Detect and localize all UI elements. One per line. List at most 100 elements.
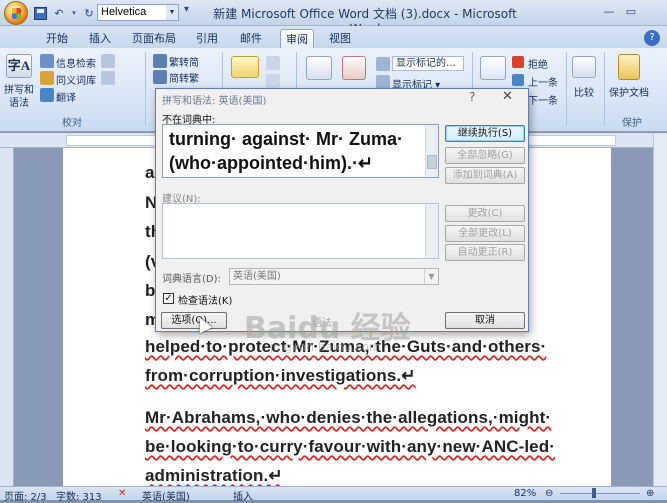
doc-line: Mr·Abrahams,·who·denies·the·allegations,… — [145, 408, 552, 427]
ignore-once-button[interactable]: 继续执行(S) — [445, 125, 525, 142]
translate-icon — [40, 88, 54, 102]
chevron-down-icon[interactable]: ▼ — [166, 5, 178, 20]
close-icon[interactable]: ✕ — [502, 89, 513, 104]
font-name-combo[interactable]: Helvetica ▼ — [97, 4, 179, 21]
previous-change-icon — [512, 74, 524, 86]
protect-group-label: 保护 — [622, 118, 642, 129]
status-bar: 页面: 2/3 字数: 313 ✕ 英语(美国) 插入 82% ⊖ ⊕ — [0, 486, 667, 503]
ignore-all-button[interactable]: 全部忽略(G) — [445, 147, 525, 164]
tab-references[interactable]: 引用 — [194, 29, 220, 48]
check-grammar-checkbox[interactable]: ✓ — [163, 293, 174, 304]
previous-change-button[interactable]: 上一条 — [528, 74, 558, 89]
undo-icon[interactable]: ↶ — [51, 5, 67, 21]
spelling-grammar-label-2[interactable]: 语法 — [9, 94, 29, 109]
cancel-button[interactable]: 取消 — [445, 312, 525, 329]
autocorrect-button[interactable]: 自动更正(R) — [445, 244, 525, 261]
help-icon[interactable]: ? — [644, 30, 660, 46]
office-button[interactable] — [4, 1, 28, 25]
language-status[interactable]: 英语(美国) — [142, 488, 190, 503]
scrollbar-thumb[interactable] — [427, 155, 437, 169]
compare-icon[interactable] — [572, 56, 596, 78]
tab-review[interactable]: 审阅 — [280, 29, 314, 48]
new-comment-icon[interactable] — [231, 56, 259, 78]
spelling-grammar-icon[interactable]: 字A — [6, 54, 32, 78]
not-in-dictionary-textbox[interactable]: turning· against· Mr· Zuma· (who·appoint… — [162, 124, 439, 178]
window-controls: — ▭ — [598, 2, 642, 22]
dictionary-language-select[interactable]: 英语(美国) ▼ — [229, 268, 439, 285]
doc-line: from·corruption·investigations.↵ — [145, 366, 416, 385]
doc-line: a — [145, 163, 155, 182]
zoom-slider-thumb[interactable] — [592, 488, 596, 498]
thesaurus-button[interactable]: 同义词库 — [56, 72, 96, 87]
save-icon[interactable] — [32, 5, 48, 21]
tab-view[interactable]: 视图 — [327, 29, 353, 48]
font-name-value: Helvetica — [101, 6, 147, 18]
accept-icon[interactable] — [480, 56, 506, 80]
undo-dropdown-icon[interactable]: ▾ — [70, 5, 78, 21]
dictionary-language-label: 词典语言(D): — [162, 274, 221, 285]
show-markup-icon — [376, 75, 390, 89]
proofing-group-label: 校对 — [62, 118, 82, 129]
delete-comment-icon[interactable] — [266, 56, 280, 70]
textbox-scrollbar[interactable] — [425, 125, 438, 177]
reject-button[interactable]: 拒绝 — [528, 56, 548, 71]
ribbon-tabs: 开始 插入 页面布局 引用 邮件 审阅 视图 ? — [0, 26, 667, 48]
zoom-out-icon[interactable]: ⊖ — [545, 488, 553, 499]
next-change-button[interactable]: 下一条 — [528, 92, 558, 107]
minimize-icon[interactable]: — — [598, 2, 620, 20]
quick-access-toolbar: ↶ ▾ ↻ — [32, 4, 105, 22]
page-count[interactable]: 页面: 2/3 — [4, 488, 47, 503]
title-bar: ↶ ▾ ↻ Helvetica ▼ ▾ 新建 Microsoft Office … — [0, 0, 667, 36]
change-all-button[interactable]: 全部更改(L) — [445, 225, 525, 242]
language-icon[interactable] — [101, 54, 115, 68]
trad-to-simp-button[interactable]: 繁转简 — [169, 54, 199, 69]
insert-mode[interactable]: 插入 — [233, 488, 253, 503]
tab-page-layout[interactable]: 页面布局 — [129, 29, 179, 48]
thesaurus-icon — [40, 71, 54, 85]
proofing-status-icon[interactable]: ✕ — [118, 488, 126, 499]
simp-to-trad-button[interactable]: 简转繁 — [169, 70, 199, 85]
research-icon — [40, 54, 54, 68]
protect-document-button[interactable]: 保护文档 — [609, 84, 649, 99]
zoom-in-icon[interactable]: ⊕ — [646, 488, 654, 499]
group-separator — [604, 52, 605, 126]
compare-button[interactable]: 比较 — [574, 84, 594, 99]
doc-line: be·looking·to·curry·favour·with·any·new·… — [145, 437, 555, 456]
markup-icon — [376, 57, 390, 71]
vertical-ruler[interactable] — [0, 148, 14, 486]
word-count-icon[interactable] — [101, 71, 115, 85]
suggestions-list[interactable] — [162, 203, 439, 259]
group-separator — [145, 52, 146, 126]
spelling-grammar-dialog: 拼写和语法: 英语(美国) ? ✕ 不在词典中: turning· agains… — [155, 88, 529, 332]
track-changes-icon[interactable] — [306, 56, 332, 80]
redo-icon[interactable]: ↻ — [81, 5, 97, 21]
check-grammar-label[interactable]: 检查语法(K) — [178, 292, 232, 307]
add-to-dictionary-button[interactable]: 添加到词典(A) — [445, 167, 525, 184]
chevron-down-icon[interactable]: ▼ — [424, 269, 438, 284]
context-text-line-2: (who·appointed·him).·↵ — [169, 153, 374, 173]
group-separator — [566, 52, 567, 126]
word-count[interactable]: 字数: 313 — [56, 488, 102, 503]
research-button[interactable]: 信息检索 — [56, 55, 96, 70]
tab-insert[interactable]: 插入 — [87, 29, 113, 48]
zoom-slider[interactable] — [560, 493, 640, 494]
previous-comment-icon[interactable] — [266, 74, 280, 88]
tab-mailings[interactable]: 邮件 — [238, 29, 264, 48]
change-button[interactable]: 更改(C) — [445, 205, 525, 222]
zoom-level[interactable]: 82% — [514, 488, 536, 499]
lock-icon[interactable] — [618, 54, 640, 80]
reject-icon — [512, 56, 524, 68]
vertical-scrollbar[interactable] — [653, 133, 667, 486]
maximize-icon[interactable]: ▭ — [620, 2, 642, 20]
help-icon[interactable]: ? — [469, 90, 475, 104]
customize-qat-icon[interactable]: ▾ — [184, 4, 189, 15]
show-markup-combo[interactable]: 显示标记的… — [392, 56, 464, 71]
suggestions-scrollbar[interactable] — [425, 204, 438, 258]
tab-home[interactable]: 开始 — [44, 29, 70, 48]
doc-line: b — [145, 281, 156, 300]
translate-button[interactable]: 翻译 — [56, 89, 76, 104]
context-text-line-1: turning· against· Mr· Zuma· — [169, 129, 403, 149]
watermark-url: jingyan.baidu.com — [270, 340, 381, 354]
dialog-title: 拼写和语法: 英语(美国) — [162, 96, 267, 107]
balloons-icon[interactable] — [342, 56, 366, 80]
